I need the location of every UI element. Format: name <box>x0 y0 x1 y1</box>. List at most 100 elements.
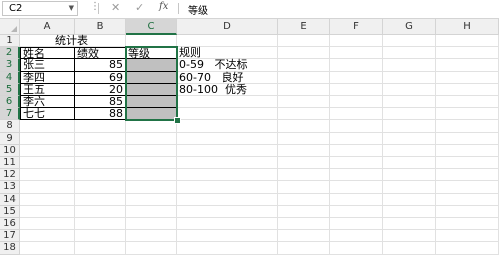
cell-e17[interactable] <box>278 230 330 243</box>
row-header-11[interactable]: 11 <box>0 157 20 170</box>
cell-g14[interactable] <box>383 193 436 206</box>
cell-a12[interactable] <box>20 169 75 182</box>
cell-d3[interactable]: 0-59 不达标 <box>177 59 278 72</box>
cell-e10[interactable] <box>278 144 330 157</box>
name-box[interactable]: C2 ▼ <box>2 1 78 16</box>
cell-e3[interactable] <box>278 59 330 72</box>
row-header-1[interactable]: 1 <box>0 35 20 48</box>
column-header-c[interactable]: C <box>126 19 177 35</box>
cell-b18[interactable] <box>75 242 126 255</box>
cell-d4[interactable]: 60-70 良好 <box>177 71 278 84</box>
cell-h1[interactable] <box>436 35 499 48</box>
cell-c12[interactable] <box>126 169 177 182</box>
cell-a15[interactable] <box>20 205 75 218</box>
column-header-f[interactable]: F <box>330 19 383 35</box>
row-header-14[interactable]: 14 <box>0 193 20 206</box>
row-header-10[interactable]: 10 <box>0 144 20 157</box>
row-header-18[interactable]: 18 <box>0 242 20 255</box>
cell-h9[interactable] <box>436 132 499 145</box>
cell-d11[interactable] <box>177 157 278 170</box>
cell-c9[interactable] <box>126 132 177 145</box>
cell-e4[interactable] <box>278 71 330 84</box>
cell-a9[interactable] <box>20 132 75 145</box>
cell-b10[interactable] <box>75 144 126 157</box>
row-header-5[interactable]: 5 <box>0 83 20 96</box>
cell-a7[interactable]: 七七 <box>20 108 75 121</box>
row-header-2[interactable]: 2 <box>0 47 20 60</box>
cell-a18[interactable] <box>20 242 75 255</box>
cell-d8[interactable] <box>177 120 278 133</box>
enter-icon[interactable]: ✓ <box>135 1 144 14</box>
cell-g12[interactable] <box>383 169 436 182</box>
cell-c14[interactable] <box>126 193 177 206</box>
column-header-b[interactable]: B <box>75 19 126 35</box>
cell-f11[interactable] <box>330 157 383 170</box>
cell-g8[interactable] <box>383 120 436 133</box>
cell-e11[interactable] <box>278 157 330 170</box>
cell-g5[interactable] <box>383 83 436 96</box>
cell-h6[interactable] <box>436 96 499 109</box>
column-header-a[interactable]: A <box>20 19 75 35</box>
cell-g3[interactable] <box>383 59 436 72</box>
cell-b9[interactable] <box>75 132 126 145</box>
row-header-4[interactable]: 4 <box>0 71 20 84</box>
cell-g11[interactable] <box>383 157 436 170</box>
cell-f9[interactable] <box>330 132 383 145</box>
row-header-7[interactable]: 7 <box>0 108 20 121</box>
cell-g17[interactable] <box>383 230 436 243</box>
cell-d9[interactable] <box>177 132 278 145</box>
cell-g7[interactable] <box>383 108 436 121</box>
cell-a4[interactable]: 李四 <box>20 71 75 84</box>
cell-h7[interactable] <box>436 108 499 121</box>
cell-e18[interactable] <box>278 242 330 255</box>
cell-f18[interactable] <box>330 242 383 255</box>
cell-f4[interactable] <box>330 71 383 84</box>
cell-e15[interactable] <box>278 205 330 218</box>
cell-h18[interactable] <box>436 242 499 255</box>
cell-c11[interactable] <box>126 157 177 170</box>
cell-d14[interactable] <box>177 193 278 206</box>
cell-b14[interactable] <box>75 193 126 206</box>
cell-b16[interactable] <box>75 218 126 231</box>
cell-c4[interactable] <box>126 71 177 84</box>
cell-f8[interactable] <box>330 120 383 133</box>
cell-b11[interactable] <box>75 157 126 170</box>
cell-a10[interactable] <box>20 144 75 157</box>
cell-h4[interactable] <box>436 71 499 84</box>
cell-f15[interactable] <box>330 205 383 218</box>
cell-b17[interactable] <box>75 230 126 243</box>
cell-c18[interactable] <box>126 242 177 255</box>
cell-a14[interactable] <box>20 193 75 206</box>
column-header-e[interactable]: E <box>278 19 330 35</box>
cell-e12[interactable] <box>278 169 330 182</box>
cell-f12[interactable] <box>330 169 383 182</box>
select-all-corner[interactable] <box>0 19 20 35</box>
row-header-6[interactable]: 6 <box>0 96 20 109</box>
cell-d15[interactable] <box>177 205 278 218</box>
cell-e6[interactable] <box>278 96 330 109</box>
cell-g6[interactable] <box>383 96 436 109</box>
cell-h8[interactable] <box>436 120 499 133</box>
row-header-16[interactable]: 16 <box>0 218 20 231</box>
cell-a13[interactable] <box>20 181 75 194</box>
cell-g13[interactable] <box>383 181 436 194</box>
cell-f7[interactable] <box>330 108 383 121</box>
row-header-3[interactable]: 3 <box>0 59 20 72</box>
cell-h12[interactable] <box>436 169 499 182</box>
cell-e13[interactable] <box>278 181 330 194</box>
cell-a17[interactable] <box>20 230 75 243</box>
column-header-h[interactable]: H <box>436 19 499 35</box>
cell-g9[interactable] <box>383 132 436 145</box>
cell-b12[interactable] <box>75 169 126 182</box>
cell-f17[interactable] <box>330 230 383 243</box>
formula-input[interactable]: 等级 <box>188 2 208 17</box>
cell-d10[interactable] <box>177 144 278 157</box>
cell-h15[interactable] <box>436 205 499 218</box>
cell-b7[interactable]: 88 <box>75 108 126 121</box>
cancel-icon[interactable]: ✕ <box>111 1 120 14</box>
cell-f13[interactable] <box>330 181 383 194</box>
cell-a8[interactable] <box>20 120 75 133</box>
cell-c1[interactable] <box>126 35 177 48</box>
cell-d16[interactable] <box>177 218 278 231</box>
cell-d13[interactable] <box>177 181 278 194</box>
